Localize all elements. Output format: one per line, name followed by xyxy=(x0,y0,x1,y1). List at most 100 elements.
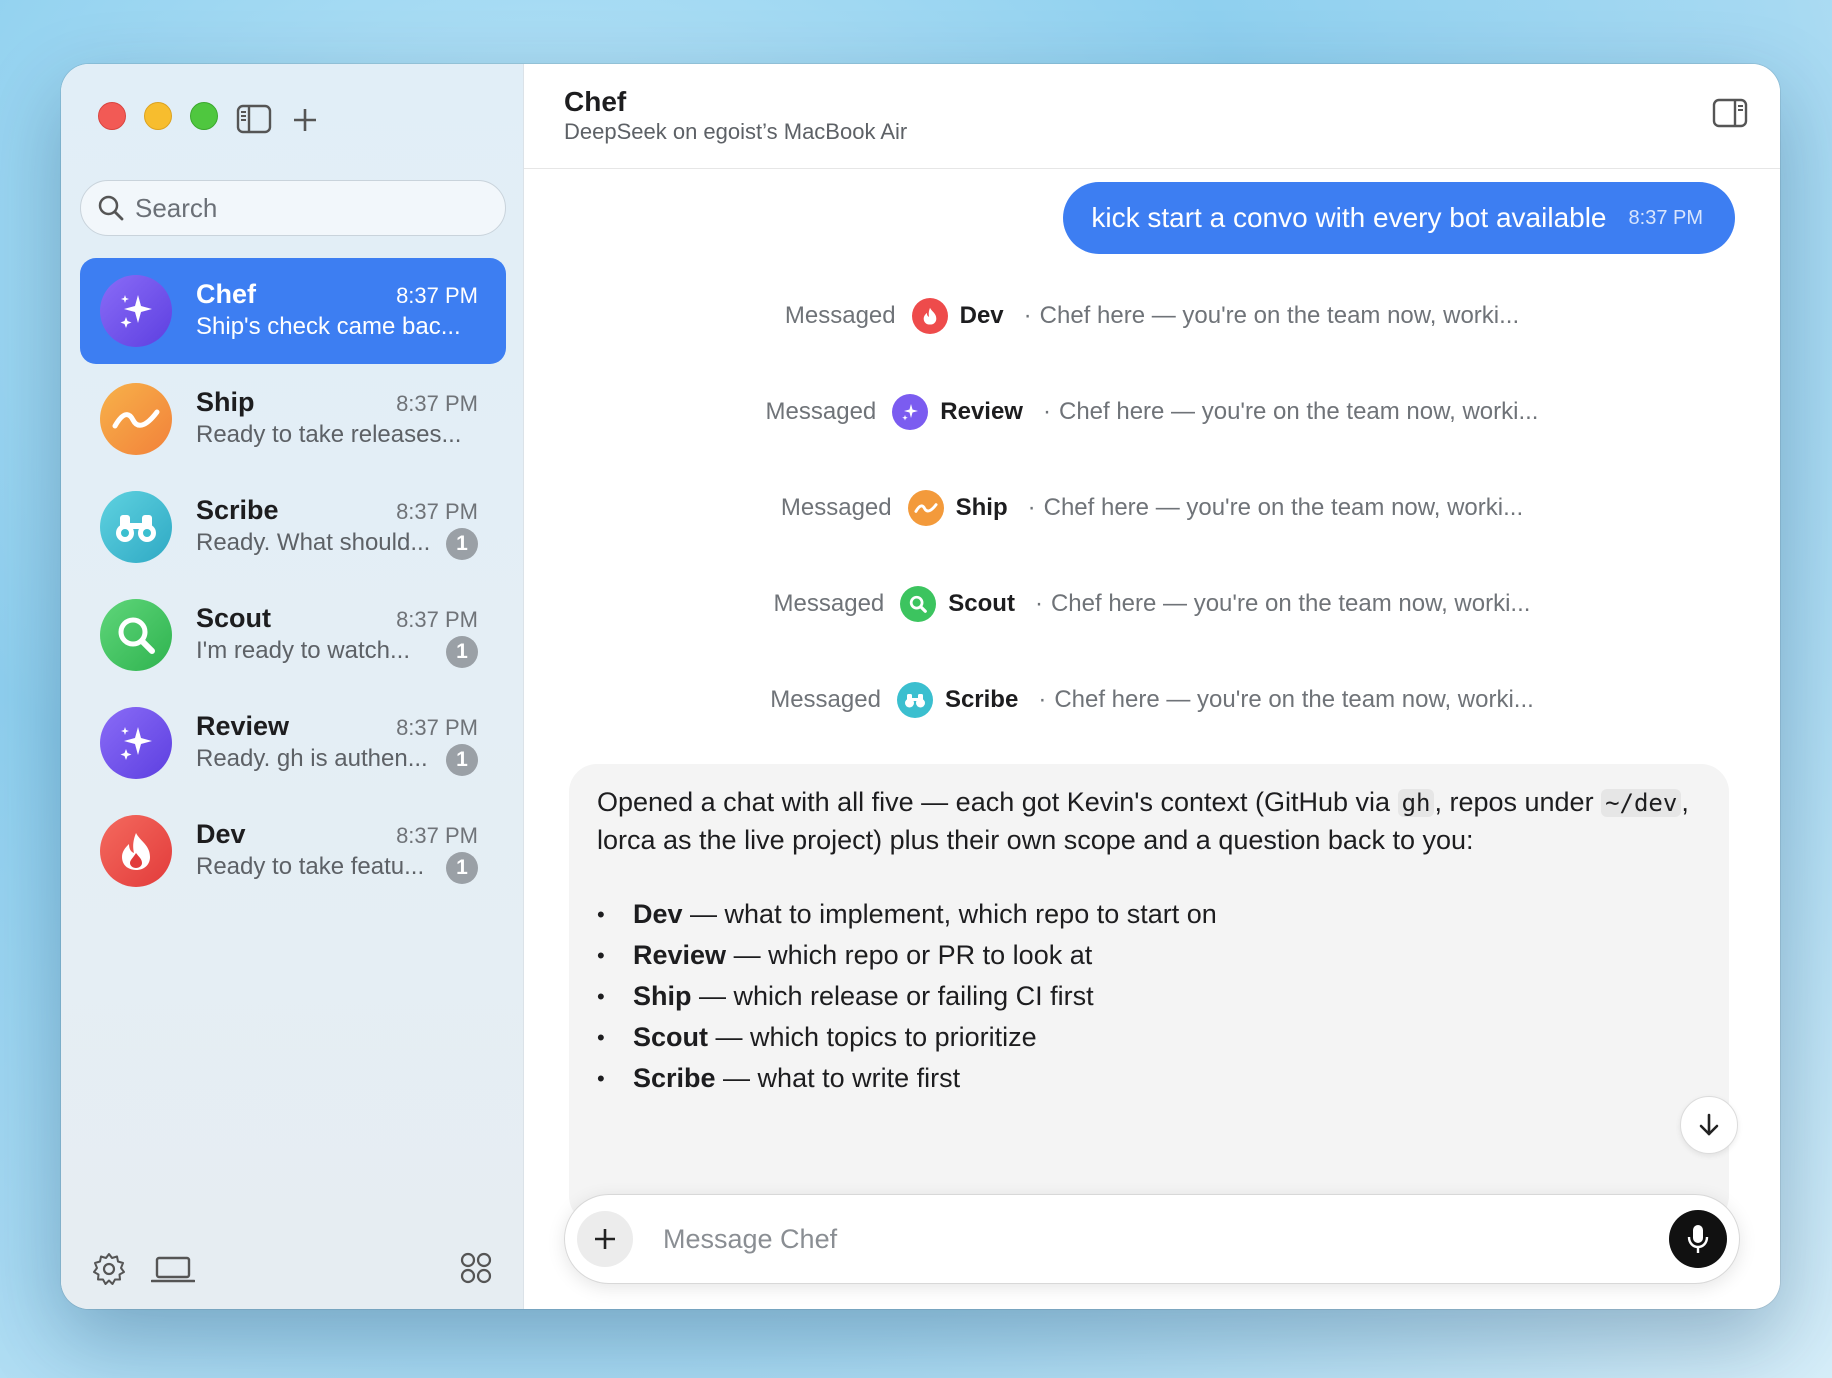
sparkles-icon xyxy=(100,707,172,779)
wave-icon xyxy=(100,383,172,455)
user-message: kick start a convo with every bot availa… xyxy=(1063,182,1735,254)
inspector-toggle-icon[interactable] xyxy=(1712,98,1748,128)
event-row-scout: Messaged Scout · Chef here — you're on t… xyxy=(524,584,1780,624)
event-label: Messaged xyxy=(765,398,877,425)
user-message-text: kick start a convo with every bot availa… xyxy=(1091,202,1607,233)
unread-badge: 1 xyxy=(446,744,478,776)
scroll-to-bottom-button[interactable] xyxy=(1680,1096,1738,1154)
chat-time: 8:37 PM xyxy=(396,283,478,308)
user-message-time: 8:37 PM xyxy=(1628,206,1703,229)
event-row-dev: Messaged Dev · Chef here — you're on the… xyxy=(524,296,1780,336)
assistant-message: Opened a chat with all five — each got K… xyxy=(569,764,1729,1224)
event-label: Messaged xyxy=(780,494,892,521)
event-label: Messaged xyxy=(773,590,885,617)
sidebar-toggle-icon[interactable] xyxy=(236,104,272,136)
conversation-subtitle: DeepSeek on egoist’s MacBook Air xyxy=(564,119,908,144)
chat-name: Chef xyxy=(196,279,256,309)
voice-input-button[interactable] xyxy=(1669,1210,1727,1268)
conversation-title: Chef xyxy=(564,86,627,117)
event-bot-name[interactable]: Scribe xyxy=(945,686,1018,714)
flame-icon xyxy=(100,815,172,887)
list-item: Review — which repo or PR to look at xyxy=(597,937,1701,978)
inline-code: gh xyxy=(1397,789,1435,817)
chat-name: Dev xyxy=(196,819,246,849)
arrow-down-icon xyxy=(1699,1113,1719,1136)
laptop-icon[interactable] xyxy=(151,1255,195,1285)
event-label: Messaged xyxy=(770,686,881,713)
new-chat-icon[interactable] xyxy=(289,104,325,136)
message-composer xyxy=(564,1194,1740,1284)
list-item: Dev — what to implement, which repo to s… xyxy=(597,896,1701,937)
assistant-bullet-list: Dev — what to implement, which repo to s… xyxy=(597,896,1701,1101)
chat-time: 8:37 PM xyxy=(396,607,478,632)
chat-time: 8:37 PM xyxy=(396,499,478,524)
gear-icon[interactable] xyxy=(91,1251,127,1287)
event-label: Messaged xyxy=(784,302,896,329)
chat-name: Scout xyxy=(196,603,272,633)
unread-badge: 1 xyxy=(446,852,478,884)
chat-name: Ship xyxy=(196,387,255,417)
chat-preview: Ready. gh is authen... xyxy=(196,745,428,772)
event-row-review: Messaged Review · Chef here — you're on … xyxy=(524,392,1780,432)
chat-preview: Ready to take releases... xyxy=(196,421,462,448)
minimize-window-button[interactable] xyxy=(144,102,172,130)
magnifier-icon xyxy=(900,586,937,622)
inline-code: ~/dev xyxy=(1601,789,1682,817)
conversation-pane: Chef DeepSeek on egoist’s MacBook Air ki… xyxy=(524,64,1780,1309)
event-bot-name[interactable]: Dev xyxy=(960,302,1004,330)
chat-time: 8:37 PM xyxy=(396,823,478,848)
chat-item-scribe[interactable]: Scribe 8:37 PM Ready. What should... 1 xyxy=(80,474,506,580)
event-snippet: Chef here — you're on the team now, work… xyxy=(1058,398,1539,425)
chat-preview: Ready. What should... xyxy=(196,529,431,556)
plus-icon xyxy=(595,1229,615,1249)
unread-badge: 1 xyxy=(446,636,478,668)
sidebar-footer xyxy=(91,1249,493,1289)
chat-time: 8:37 PM xyxy=(396,391,478,416)
binoculars-icon xyxy=(100,491,172,563)
event-snippet: Chef here — you're on the team now, work… xyxy=(1039,302,1520,329)
conversation-header: Chef DeepSeek on egoist’s MacBook Air xyxy=(524,64,1780,169)
event-bot-name[interactable]: Ship xyxy=(956,494,1008,522)
sidebar: Chef 8:37 PM Ship's check came bac... Sh… xyxy=(61,64,524,1309)
chat-preview: Ship's check came bac... xyxy=(196,313,461,340)
list-item: Scout — which topics to prioritize xyxy=(597,1019,1701,1060)
chat-item-review[interactable]: Review 8:37 PM Ready. gh is authen... 1 xyxy=(80,690,506,796)
list-item: Scribe — what to write first xyxy=(597,1060,1701,1101)
chat-list: Chef 8:37 PM Ship's check came bac... Sh… xyxy=(80,258,506,906)
assistant-paragraph: Opened a chat with all five — each got K… xyxy=(597,787,1689,855)
zoom-window-button[interactable] xyxy=(190,102,218,130)
magnifier-icon xyxy=(100,599,172,671)
list-item: Ship — which release or failing CI first xyxy=(597,978,1701,1019)
search-input[interactable] xyxy=(135,192,475,224)
app-window: Chef 8:37 PM Ship's check came bac... Sh… xyxy=(61,64,1780,1309)
microphone-icon xyxy=(1687,1225,1709,1253)
chat-item-dev[interactable]: Dev 8:37 PM Ready to take featu... 1 xyxy=(80,798,506,904)
chat-preview: Ready to take featu... xyxy=(196,853,425,880)
flame-icon xyxy=(911,298,948,334)
window-controls xyxy=(98,102,218,130)
grid-icon[interactable] xyxy=(459,1251,493,1285)
event-row-scribe: Messaged Scribe · Chef here — you're on … xyxy=(524,680,1780,720)
event-snippet: Chef here — you're on the team now, work… xyxy=(1043,494,1524,521)
event-bot-name[interactable]: Review xyxy=(940,398,1023,426)
wave-icon xyxy=(907,490,944,526)
chat-item-scout[interactable]: Scout 8:37 PM I'm ready to watch... 1 xyxy=(80,582,506,688)
close-window-button[interactable] xyxy=(98,102,126,130)
unread-badge: 1 xyxy=(446,528,478,560)
event-snippet: Chef here — you're on the team now, work… xyxy=(1054,686,1534,713)
event-row-ship: Messaged Ship · Chef here — you're on th… xyxy=(524,488,1780,528)
sparkles-icon xyxy=(100,275,172,347)
sparkles-icon xyxy=(892,394,929,430)
chat-name: Scribe xyxy=(196,495,279,525)
chat-preview: I'm ready to watch... xyxy=(196,637,410,664)
chat-item-chef[interactable]: Chef 8:37 PM Ship's check came bac... xyxy=(80,258,506,364)
search-field[interactable] xyxy=(80,180,506,236)
binoculars-icon xyxy=(896,682,933,718)
attach-button[interactable] xyxy=(577,1211,633,1267)
chat-item-ship[interactable]: Ship 8:37 PM Ready to take releases... xyxy=(80,366,506,472)
chat-time: 8:37 PM xyxy=(396,715,478,740)
event-bot-name[interactable]: Scout xyxy=(948,590,1015,618)
message-input[interactable] xyxy=(663,1223,1669,1255)
event-snippet: Chef here — you're on the team now, work… xyxy=(1050,590,1531,617)
search-icon xyxy=(98,195,124,221)
